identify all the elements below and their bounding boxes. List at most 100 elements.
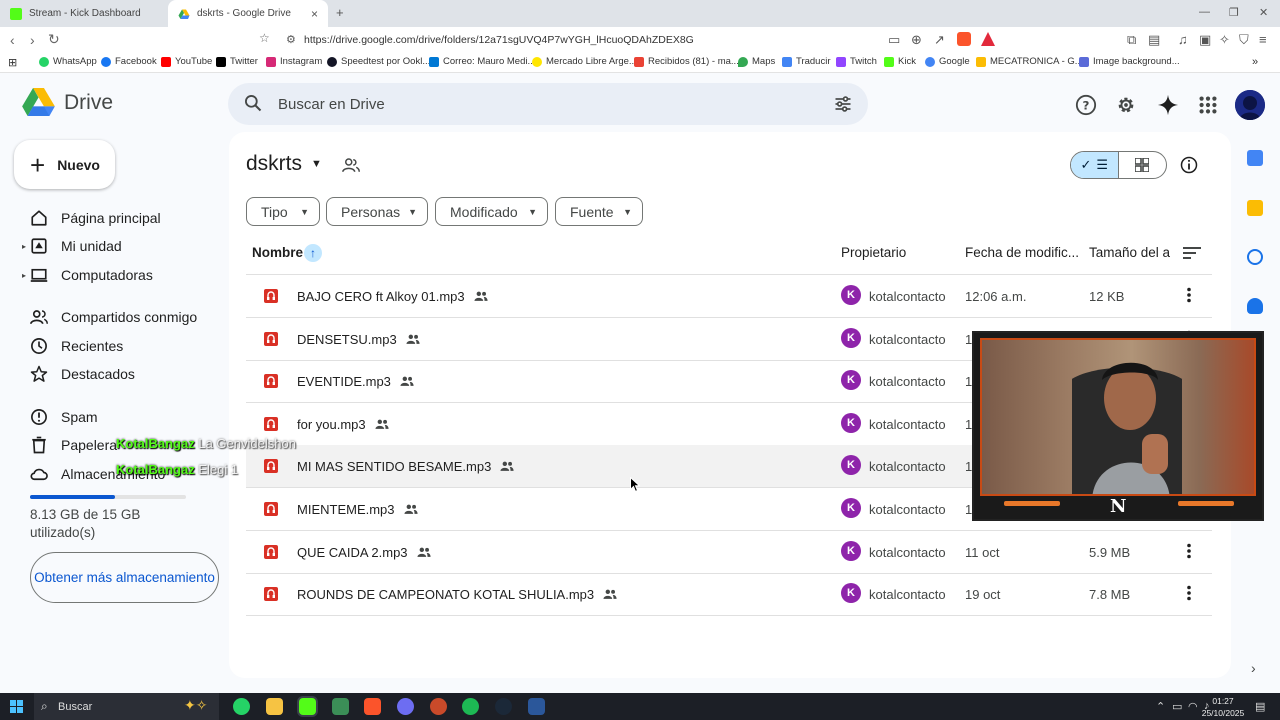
search-icon[interactable] [243, 93, 263, 113]
more-actions-icon[interactable] [1186, 543, 1192, 559]
extensions-icon[interactable]: ⧉ [1127, 32, 1136, 48]
bookmark-translate[interactable]: Traducir [782, 56, 831, 67]
close-tab-icon[interactable]: × [311, 7, 318, 21]
tab-google-drive[interactable]: dskrts - Google Drive × [168, 0, 328, 27]
expand-caret-icon[interactable]: ▸ [22, 242, 26, 251]
sidebar-item-my-drive[interactable]: ▸ Mi unidad [22, 236, 122, 256]
more-actions-icon[interactable] [1186, 585, 1192, 601]
folder-title-button[interactable]: dskrts ▼ [246, 152, 322, 176]
sidebar-item-computers[interactable]: ▸ Computadoras [22, 265, 153, 285]
tasks-icon[interactable] [1247, 249, 1263, 265]
contacts-icon[interactable] [1247, 298, 1263, 314]
sort-options-icon[interactable] [1183, 246, 1201, 260]
bookmark-mercadolibre[interactable]: Mercado Libre Arge... [532, 56, 637, 67]
menu-icon[interactable]: ≡ [1259, 32, 1267, 47]
sidebar-item-starred[interactable]: Destacados [30, 364, 135, 384]
expand-caret-icon[interactable]: ▸ [22, 271, 26, 280]
help-icon[interactable]: ? [1075, 94, 1097, 116]
bookmark-google[interactable]: Google [925, 56, 970, 67]
minimize-icon[interactable]: — [1199, 6, 1210, 18]
google-apps-icon[interactable] [1197, 94, 1219, 116]
filter-people-chip[interactable]: Personas ▼ [326, 197, 428, 226]
bookmark-mecatronica[interactable]: MECATRONICA - G... [976, 56, 1083, 67]
sidebar-item-recent[interactable]: Recientes [30, 336, 123, 356]
sidebar-item-spam[interactable]: Spam [30, 407, 98, 427]
show-side-panel-icon[interactable]: › [1251, 660, 1256, 676]
keep-icon[interactable] [1247, 200, 1263, 216]
steam-icon[interactable] [495, 698, 512, 715]
search-input[interactable]: Buscar en Drive [278, 96, 385, 113]
apps-grid-icon[interactable]: ⊞ [8, 56, 17, 69]
bookmark-maps[interactable]: Maps [738, 56, 775, 67]
sidebar-item-trash[interactable]: Papelera [30, 435, 117, 455]
kick-app-icon[interactable] [299, 698, 316, 715]
file-name[interactable]: EVENTIDE.mp3 [297, 374, 391, 389]
file-name[interactable]: for you.mp3 [297, 417, 366, 432]
drive-logo[interactable]: Drive [22, 88, 113, 118]
wifi-icon[interactable]: ◠ [1188, 700, 1198, 713]
file-name[interactable]: MI MAS SENTIDO BESAME.mp3 [297, 459, 491, 474]
new-tab-icon[interactable]: + [336, 5, 344, 20]
sidebar-toggle-icon[interactable]: ▤ [1148, 32, 1160, 48]
info-icon[interactable] [1180, 156, 1198, 174]
file-name[interactable]: MIENTEME.mp3 [297, 502, 395, 517]
bookmark-kick[interactable]: Kick [884, 56, 916, 67]
calculator-icon[interactable] [332, 698, 349, 715]
screen-icon[interactable]: ▭ [888, 32, 900, 48]
brave-icon[interactable] [364, 698, 381, 715]
spotify-icon[interactable] [462, 698, 479, 715]
whatsapp-taskbar-icon[interactable] [233, 698, 250, 715]
brave-shield-icon[interactable] [957, 32, 971, 46]
bookmark-outlook[interactable]: Correo: Mauro Medi... [429, 56, 535, 67]
file-name[interactable]: DENSETSU.mp3 [297, 332, 397, 347]
firefox-icon[interactable] [430, 698, 447, 715]
get-more-storage-button[interactable]: Obtener más almacenamiento [30, 552, 219, 603]
sidebar-item-home[interactable]: Página principal [30, 208, 161, 228]
table-row[interactable]: BAJO CERO ft Alkoy 01.mp3 Kkotalcontacto 1… [246, 275, 1212, 318]
bookmark-twitch[interactable]: Twitch [836, 56, 877, 67]
table-row[interactable]: ROUNDS DE CAMPEONATO KOTAL SHULIA.mp3 Kko… [246, 573, 1212, 617]
forward-icon[interactable]: › [30, 32, 35, 48]
notifications-icon[interactable]: ▤ [1255, 700, 1265, 713]
sort-ascending-icon[interactable]: ↑ [304, 244, 322, 262]
reload-icon[interactable]: ↻ [48, 31, 60, 48]
calendar-icon[interactable] [1247, 150, 1263, 166]
media-icon[interactable]: ♫ [1178, 32, 1188, 47]
filter-modified-chip[interactable]: Modificado ▼ [435, 197, 548, 226]
column-header-name[interactable]: Nombre [252, 245, 303, 260]
leo-icon[interactable]: ✧ [1219, 32, 1230, 48]
file-name[interactable]: QUE CAIDA 2.mp3 [297, 545, 408, 560]
filter-type-chip[interactable]: Tipo ▼ [246, 197, 320, 226]
discord-icon[interactable] [397, 698, 414, 715]
bookmark-gmail[interactable]: Recibidos (81) - ma... [634, 56, 739, 67]
manage-access-icon[interactable] [342, 157, 360, 173]
vpn-icon[interactable]: ⛉ [1239, 32, 1249, 48]
list-view-button[interactable]: ✓ ☰ [1071, 152, 1119, 178]
more-bookmarks-icon[interactable]: » [1252, 56, 1258, 68]
filter-source-chip[interactable]: Fuente ▼ [555, 197, 643, 226]
column-header-modified[interactable]: Fecha de modific... [965, 245, 1079, 260]
bookmark-whatsapp[interactable]: WhatsApp [39, 56, 97, 67]
bookmark-twitter[interactable]: Twitter [216, 56, 258, 67]
file-explorer-icon[interactable] [266, 698, 283, 715]
close-window-icon[interactable]: ✕ [1259, 6, 1268, 19]
bookmark-image-background[interactable]: Image background... [1079, 56, 1180, 67]
maximize-icon[interactable]: ❐ [1229, 6, 1239, 19]
windows-start-icon[interactable] [10, 700, 23, 713]
search-options-icon[interactable] [833, 94, 853, 114]
share-page-icon[interactable]: ↗ [934, 32, 945, 48]
file-name[interactable]: ROUNDS DE CAMPEONATO KOTAL SHULIA.mp3 [297, 587, 594, 602]
table-row[interactable]: QUE CAIDA 2.mp3 Kkotalcontacto 11 oct 5.9 M… [246, 531, 1212, 574]
bookmark-icon[interactable]: ☆ [259, 31, 270, 45]
tray-overflow-icon[interactable]: ⌃ [1156, 700, 1165, 713]
network-icon[interactable]: ▭ [1172, 700, 1182, 713]
bookmark-speedtest[interactable]: Speedtest por Ookl... [327, 56, 430, 67]
file-name[interactable]: BAJO CERO ft Alkoy 01.mp3 [297, 289, 465, 304]
gemini-sparkle-icon[interactable] [1157, 94, 1179, 116]
sidebar-item-shared[interactable]: Compartidos conmigo [30, 307, 197, 327]
bookmark-facebook[interactable]: Facebook [101, 56, 157, 67]
zoom-icon[interactable]: ⊕ [911, 32, 922, 48]
settings-gear-icon[interactable] [1115, 94, 1137, 116]
tab-kick-dashboard[interactable]: Stream - Kick Dashboard [0, 0, 168, 27]
account-avatar[interactable] [1235, 90, 1265, 120]
